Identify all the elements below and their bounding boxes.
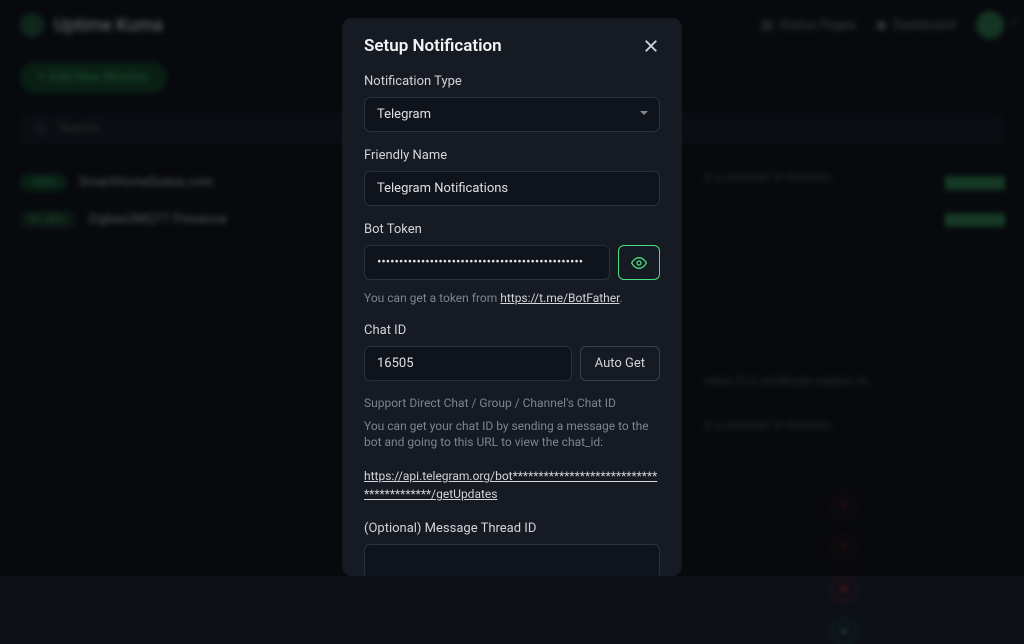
delete-circle-icon[interactable]: ✕ — [831, 576, 857, 602]
notification-type-label: Notification Type — [364, 74, 660, 89]
modal-title: Setup Notification — [364, 36, 502, 56]
bot-token-input[interactable] — [364, 245, 610, 280]
bot-token-label: Bot Token — [364, 222, 660, 237]
setup-notification-modal: Setup Notification Notification Type Tel… — [342, 18, 682, 576]
friendly-name-label: Friendly Name — [364, 148, 660, 163]
notification-type-select[interactable]: Telegram — [364, 97, 660, 132]
thread-id-label: (Optional) Message Thread ID — [364, 521, 660, 536]
chat-id-help-1: Support Direct Chat / Group / Channel's … — [364, 395, 660, 412]
botfather-link[interactable]: https://t.me/BotFather — [500, 291, 619, 305]
eye-icon — [631, 255, 647, 271]
add-circle-icon[interactable]: + — [831, 618, 857, 644]
chat-id-label: Chat ID — [364, 323, 660, 338]
friendly-name-input[interactable] — [364, 171, 660, 206]
get-updates-link[interactable]: https://api.telegram.org/bot************… — [364, 467, 660, 503]
thread-id-input[interactable] — [364, 544, 660, 576]
token-help-text: You can get a token from https://t.me/Bo… — [364, 290, 660, 307]
chat-id-input[interactable] — [364, 346, 572, 381]
chat-id-help-2: You can get your chat ID by sending a me… — [364, 418, 660, 452]
auto-get-button[interactable]: Auto Get — [580, 346, 660, 381]
reveal-token-button[interactable] — [618, 245, 660, 280]
close-icon[interactable] — [642, 37, 660, 55]
